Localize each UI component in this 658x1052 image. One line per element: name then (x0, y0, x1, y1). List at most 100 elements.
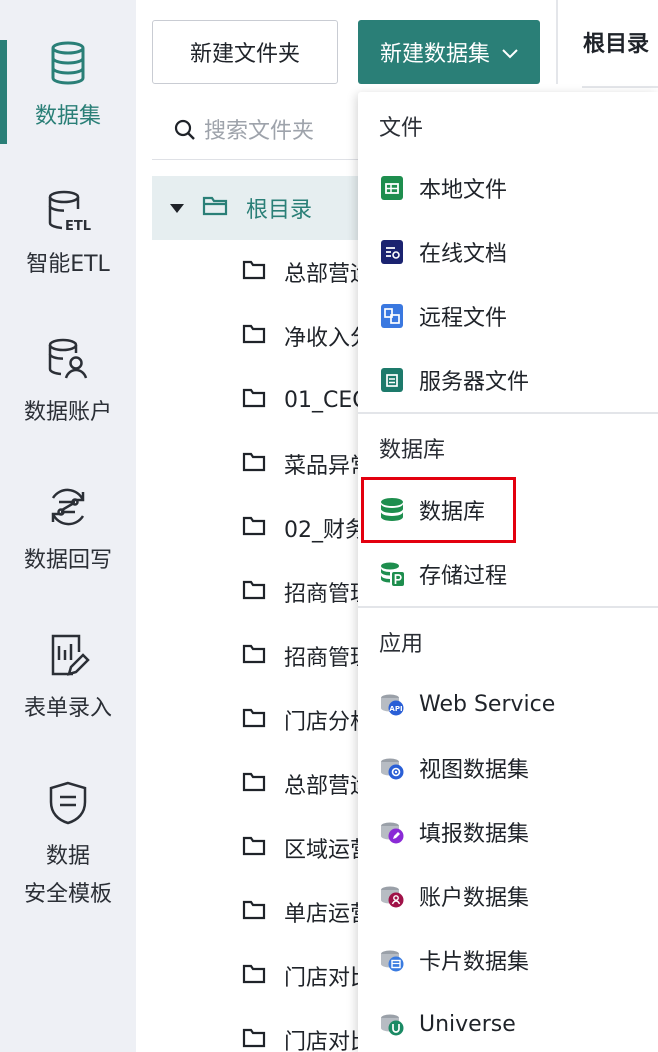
search-icon (174, 119, 196, 145)
card-dataset-icon (379, 947, 405, 973)
menu-item-fill-dataset[interactable]: 填报数据集 (358, 804, 658, 860)
panel-divider (556, 0, 558, 84)
web-service-icon: API (379, 691, 405, 717)
nav-item-datasets[interactable]: 数据集 (0, 40, 136, 136)
data-account-icon (0, 336, 136, 386)
menu-item-local-file[interactable]: 本地文件 (358, 160, 658, 216)
menu-item-label: 填报数据集 (419, 822, 530, 847)
menu-item-remote-file[interactable]: 远程文件 (358, 288, 658, 344)
nav-label: 数据账户 (23, 400, 112, 425)
online-doc-icon (379, 239, 405, 265)
tree-folder-row[interactable]: 门店分析 (152, 688, 362, 752)
menu-item-label: 视图数据集 (419, 758, 530, 783)
server-file-icon (379, 367, 405, 393)
folder-icon (242, 708, 266, 732)
folder-label: 02_财务 (284, 518, 362, 543)
new-dataset-dropdown: 文件 本地文件 在线文档 远程文件 服务器文件 数据库 数据库 存储过程 应用 … (358, 92, 658, 1052)
menu-item-server-file[interactable]: 服务器文件 (358, 352, 658, 408)
tree-folder-row[interactable]: 02_财务 (152, 496, 362, 560)
folder-icon (242, 964, 266, 988)
nav-item-security-template[interactable]: 数据 安全模板 (0, 780, 136, 914)
folder-icon (242, 324, 266, 348)
folder-label: 招商管理 (284, 582, 362, 607)
tree-folder-row[interactable]: 单店运营 (152, 880, 362, 944)
menu-item-card-dataset[interactable]: 卡片数据集 (358, 932, 658, 988)
new-folder-button[interactable]: 新建文件夹 (152, 20, 338, 84)
new-folder-label: 新建文件夹 (189, 42, 300, 67)
folder-label: 门店对比 (284, 966, 362, 991)
tree-folder-row[interactable]: 总部营运 (152, 752, 362, 816)
dropdown-group-title: 文件 (379, 116, 424, 141)
folder-label: 净收入分 (284, 326, 362, 351)
nav-label: 表单录入 (23, 696, 112, 721)
folder-icon (242, 836, 266, 860)
menu-item-web-service[interactable]: API Web Service (358, 676, 658, 732)
folder-label: 01_CEO (284, 387, 362, 413)
database-icon (0, 40, 136, 90)
menu-item-database[interactable]: 数据库 (358, 482, 658, 538)
form-entry-icon (0, 632, 136, 682)
folder-label: 单店运营 (284, 902, 362, 927)
dropdown-separator (358, 606, 658, 608)
nav-item-data-writeback[interactable]: 数据回写 (0, 484, 136, 580)
tree-folder-row[interactable]: 门店对比 (152, 1008, 362, 1052)
nav-item-form-entry[interactable]: 表单录入 (0, 632, 136, 728)
folder-icon (242, 900, 266, 924)
fill-dataset-icon (379, 819, 405, 845)
menu-item-label: Web Service (419, 691, 556, 717)
folder-label: 总部营运 (284, 262, 362, 287)
tree-root-node[interactable]: 根目录 (152, 176, 362, 240)
database-stack-icon (379, 497, 405, 523)
nav-item-data-account[interactable]: 数据账户 (0, 336, 136, 432)
tree-folder-row[interactable]: 招商管理 (152, 624, 362, 688)
nav-label: 数据 安全模板 (0, 838, 136, 914)
tree-folder-row[interactable]: 菜品异常 (152, 432, 362, 496)
folder-label: 区域运营 (284, 838, 362, 863)
tree-folder-row[interactable]: 招商管理 (152, 560, 362, 624)
new-dataset-button[interactable]: 新建数据集 (358, 20, 540, 84)
remote-file-icon (379, 303, 405, 329)
menu-item-label: 本地文件 (419, 178, 508, 203)
tree-folder-row[interactable]: 01_CEO (152, 368, 362, 432)
tree-folder-row[interactable]: 净收入分 (152, 304, 362, 368)
menu-item-universe[interactable]: Universe (358, 996, 658, 1052)
menu-item-view-dataset[interactable]: 视图数据集 (358, 740, 658, 796)
new-dataset-label: 新建数据集 (379, 42, 490, 67)
menu-item-account-dataset[interactable]: 账户数据集 (358, 868, 658, 924)
nav-item-smart-etl[interactable]: ETL 智能ETL (0, 188, 136, 284)
folder-label: 总部营运 (284, 774, 362, 799)
nav-label: 智能ETL (26, 252, 110, 277)
folder-open-icon (202, 195, 228, 221)
folder-label: 菜品异常 (284, 454, 362, 479)
menu-item-stored-procedure[interactable]: 存储过程 (358, 546, 658, 602)
folder-label: 门店对比 (284, 1030, 362, 1052)
folder-icon (242, 772, 266, 796)
tree-folder-row[interactable]: 总部营运 (152, 240, 362, 304)
folder-label: 门店分析 (284, 710, 362, 735)
chevron-down-icon (502, 40, 518, 65)
data-writeback-icon (0, 484, 136, 534)
menu-item-label: 账户数据集 (419, 886, 530, 911)
menu-item-label: 卡片数据集 (419, 950, 530, 975)
etl-icon: ETL (0, 188, 136, 238)
dropdown-group-title: 数据库 (379, 438, 446, 463)
tree-root-label: 根目录 (246, 198, 313, 223)
menu-item-label: 存储过程 (419, 564, 508, 589)
menu-item-label: 远程文件 (419, 306, 508, 331)
view-dataset-icon (379, 755, 405, 781)
tree-folder-row[interactable]: 门店对比 (152, 944, 362, 1008)
content-divider (582, 86, 658, 88)
shield-icon (0, 780, 136, 830)
dropdown-group-title: 应用 (379, 632, 424, 657)
folder-icon (242, 1028, 266, 1052)
caret-down-icon[interactable] (170, 199, 184, 218)
menu-item-online-doc[interactable]: 在线文档 (358, 224, 658, 280)
content-title: 根目录 (583, 32, 650, 57)
left-nav: 数据集 ETL 智能ETL 数据账户 数据回写 表单录入 数据 安全模板 (0, 0, 136, 1052)
nav-label: 数据回写 (23, 548, 112, 573)
search-input[interactable] (204, 119, 354, 144)
menu-item-label: Universe (419, 1011, 516, 1037)
tree-folder-row[interactable]: 区域运营 (152, 816, 362, 880)
folder-icon (242, 516, 266, 540)
svg-text:ETL: ETL (65, 219, 91, 234)
